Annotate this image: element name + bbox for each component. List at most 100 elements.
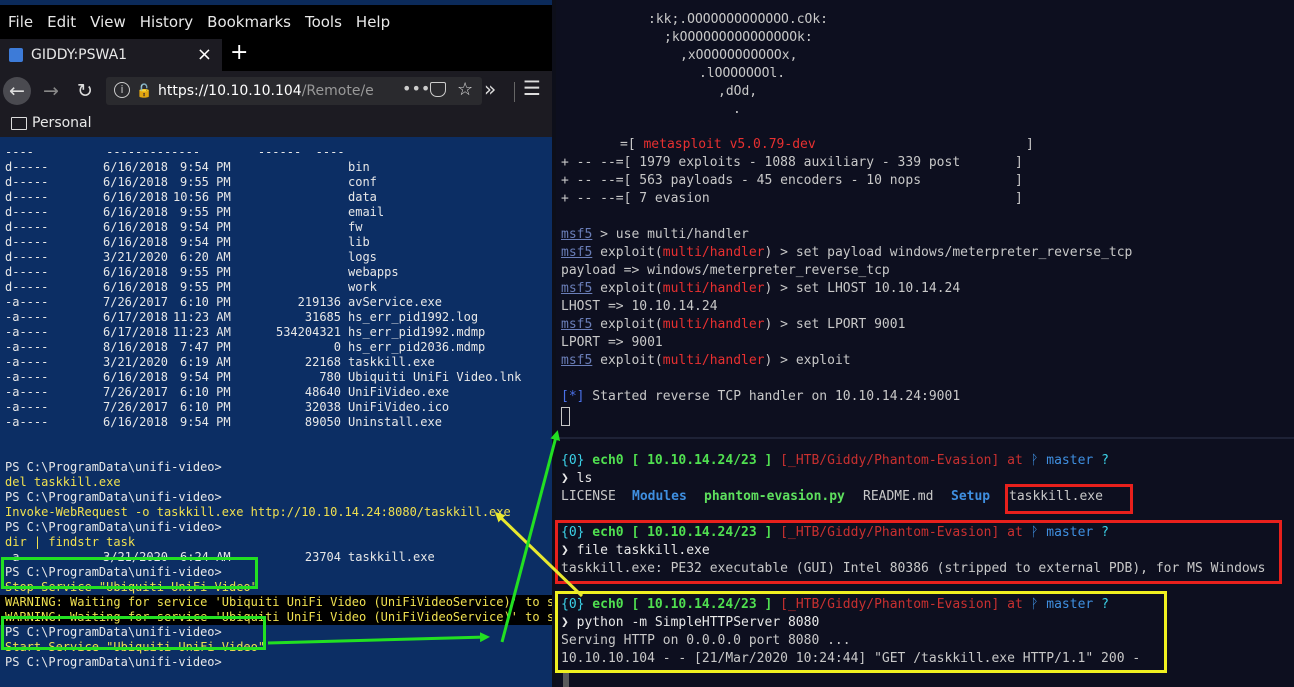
menu-history[interactable]: History	[140, 13, 193, 31]
url-bar[interactable]: i 🔓 https://10.10.10.104/Remote/en ••• ☆	[106, 77, 482, 105]
item-length: 89050	[304, 415, 341, 429]
item-date: 7/26/2017	[103, 295, 169, 309]
item-mode: -a----	[5, 370, 49, 384]
ls-entry: README.md	[863, 489, 934, 504]
msf-command-line: msf5 exploit(multi/handler) > set LHOST …	[561, 281, 960, 299]
item-date: 6/17/2018	[103, 310, 169, 324]
msf-command: > use multi/handler	[592, 227, 749, 242]
ls-entry: LICENSE	[561, 489, 616, 504]
menu-bookmarks[interactable]: Bookmarks	[207, 13, 291, 31]
page-actions-icon[interactable]: •••	[402, 79, 430, 98]
item-name: fw	[348, 220, 363, 234]
hamburger-menu-icon[interactable]: ☰	[523, 76, 541, 100]
tab-giddy-pswa[interactable]: GIDDY:PSWA1 ×	[0, 39, 222, 71]
pocket-icon[interactable]	[430, 82, 446, 97]
msf-banner-line: ;kOOOOOOOOOOOOOOOk:	[664, 30, 813, 45]
menu-edit[interactable]: Edit	[47, 13, 76, 31]
version-bracket: ]	[1026, 137, 1034, 152]
item-mode: d-----	[5, 235, 49, 249]
msf-prompt: msf5	[561, 281, 593, 296]
msf-prompt: msf5	[561, 227, 593, 242]
status-star: [*]	[561, 389, 585, 404]
item-name: Ubiquiti UniFi Video.lnk	[348, 370, 522, 384]
msf-command: > set LPORT 9001	[772, 317, 906, 332]
tab-title: GIDDY:PSWA1	[31, 47, 128, 63]
insecure-lock-icon[interactable]: 🔓	[136, 84, 152, 99]
shell-prompt: {0} ech0 [ 10.10.14.24/23 ] [_HTB/Giddy/…	[561, 453, 1109, 471]
item-date: 7/26/2017	[103, 385, 169, 399]
item-name: Uninstall.exe	[348, 415, 442, 429]
taskkill-highlight	[1005, 484, 1133, 514]
menu-view[interactable]: View	[90, 13, 126, 31]
msf-command-line: msf5 exploit(multi/handler) > set LPORT …	[561, 317, 905, 335]
item-date: 6/16/2018	[103, 190, 169, 204]
item-time: 9:54 PM	[180, 160, 231, 174]
back-button[interactable]: ←	[3, 77, 31, 105]
msf-command-line: msf5 exploit(multi/handler) > exploit	[561, 353, 851, 371]
item-mode: -a----	[5, 310, 49, 324]
menu-help[interactable]: Help	[356, 13, 390, 31]
item-time: 9:55 PM	[180, 265, 231, 279]
overflow-chevron-icon[interactable]: »	[484, 77, 496, 101]
item-time: 11:23 AM	[173, 325, 231, 339]
msf-command: > set LHOST 10.10.14.24	[772, 281, 961, 296]
item-name: work	[348, 280, 377, 294]
item-mode: -a----	[5, 385, 49, 399]
item-date: 3/21/2020	[103, 355, 169, 369]
item-time: 9:55 PM	[180, 205, 231, 219]
bookmarks-toolbar: Personal	[0, 111, 552, 137]
bookmark-star-icon[interactable]: ☆	[457, 79, 473, 100]
powershell-web-console[interactable]: ---- ------------- ------ ---- d----- 6/16…	[0, 137, 552, 687]
user-name: ech0	[584, 453, 624, 468]
module-name: multi/handler	[662, 281, 765, 296]
dir-listing-header: ---- ------------- ------ ----	[5, 145, 345, 159]
msf-stat-line: + -- --=[ 563 payloads - 45 encoders - 1…	[561, 173, 1023, 188]
item-name: email	[348, 205, 385, 219]
item-length: 534204321	[275, 325, 341, 339]
msf-banner-line: .lOOOOOOOl.	[699, 66, 786, 81]
item-date: 6/16/2018	[103, 160, 169, 174]
ps-command: dir | findstr task	[5, 535, 136, 549]
item-name: taskkill.exe	[348, 550, 435, 564]
ls-entry: Setup	[951, 489, 991, 504]
item-name: avService.exe	[348, 295, 442, 309]
item-date: 3/21/2020	[103, 250, 169, 264]
start-service-highlight	[1, 616, 266, 650]
item-mode: -a----	[5, 340, 49, 354]
command-text: ls	[576, 471, 593, 486]
item-length: 219136	[297, 295, 341, 309]
msf-prompt: msf5	[561, 245, 593, 260]
ps-prompt: PS C:\ProgramData\unifi-video>	[5, 460, 222, 474]
toolbar-separator	[514, 82, 515, 102]
site-info-icon[interactable]: i	[114, 82, 130, 98]
item-name: lib	[348, 235, 370, 249]
item-date: 6/16/2018	[103, 370, 169, 384]
item-name: taskkill.exe	[348, 355, 435, 369]
item-time: 9:54 PM	[180, 415, 231, 429]
tab-close-icon[interactable]: ×	[197, 44, 212, 65]
item-time: 9:55 PM	[180, 280, 231, 294]
item-mode: d-----	[5, 280, 49, 294]
menu-tools[interactable]: Tools	[305, 13, 342, 31]
navigation-toolbar: ← → ↻ i 🔓 https://10.10.10.104/Remote/en…	[0, 71, 552, 111]
at-word: at	[1007, 453, 1023, 468]
msf-prompt: msf5	[561, 353, 593, 368]
menu-file[interactable]: File	[8, 13, 33, 31]
status-text: Started reverse TCP handler on 10.10.14.…	[584, 389, 961, 404]
forward-button[interactable]: →	[37, 77, 65, 105]
item-length: 780	[319, 370, 341, 384]
ls-entry: phantom-evasion.py	[704, 489, 845, 504]
bookmark-folder-personal[interactable]: Personal	[32, 115, 92, 131]
terminal-pane-divider[interactable]	[556, 437, 1294, 439]
exploit-word: exploit(	[592, 317, 663, 332]
ps-prompt: PS C:\ProgramData\unifi-video>	[5, 490, 222, 504]
new-tab-button[interactable]: +	[230, 40, 248, 65]
item-name: hs_err_pid1992.mdmp	[348, 325, 486, 339]
reload-button[interactable]: ↻	[71, 77, 99, 105]
url-text[interactable]: https://10.10.10.104/Remote/en	[158, 83, 373, 99]
item-time: 7:47 PM	[180, 340, 231, 354]
item-date: 8/16/2018	[103, 340, 169, 354]
